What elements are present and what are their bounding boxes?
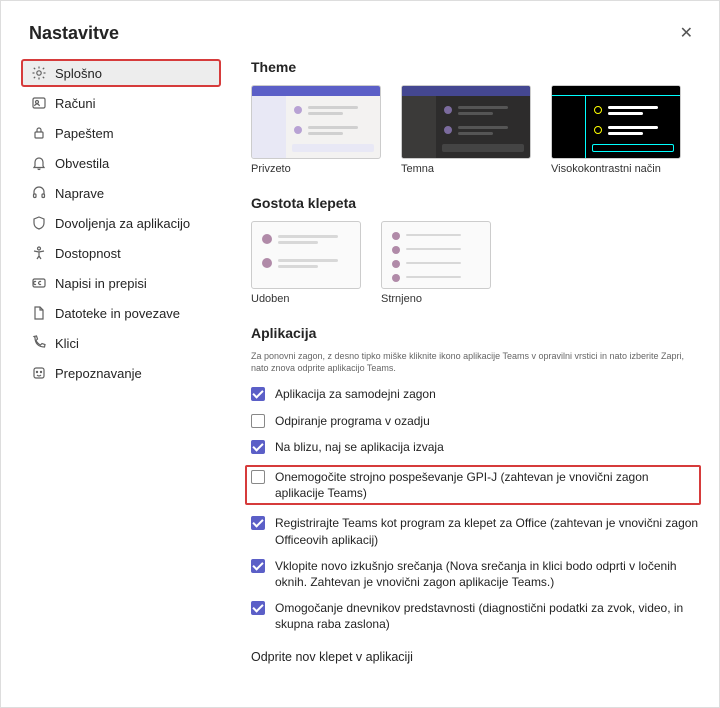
sidebar-item-recognition[interactable]: Prepoznavanje	[21, 359, 221, 387]
lock-icon	[31, 125, 47, 141]
application-heading: Aplikacija	[251, 325, 699, 341]
sidebar-item-label: Klici	[55, 336, 79, 351]
open-chat-heading: Odprite nov klepet v aplikaciji	[251, 650, 699, 664]
check-register-chat-app: Registrirajte Teams kot program za klepe…	[251, 515, 699, 547]
checkbox[interactable]	[251, 414, 265, 428]
density-label: Udoben	[251, 293, 361, 305]
sidebar-item-accounts[interactable]: Računi	[21, 89, 221, 117]
sidebar-item-label: Obvestila	[55, 156, 109, 171]
checkbox[interactable]	[251, 559, 265, 573]
checkbox[interactable]	[251, 516, 265, 530]
check-label: Aplikacija za samodejni zagon	[275, 386, 436, 402]
headset-icon	[31, 185, 47, 201]
theme-label: Privzeto	[251, 163, 381, 175]
theme-heading: Theme	[251, 59, 699, 75]
sidebar-item-accessibility[interactable]: Dostopnost	[21, 239, 221, 267]
check-new-meeting-experience: Vklopite novo izkušnjo srečanja (Nova sr…	[251, 558, 699, 590]
shield-icon	[31, 215, 47, 231]
check-label: Odpiranje programa v ozadju	[275, 413, 430, 429]
density-preview-compact	[381, 221, 491, 289]
theme-option-default[interactable]: Privzeto	[251, 85, 381, 175]
check-label: Vklopite novo izkušnjo srečanja (Nova sr…	[275, 558, 699, 590]
sidebar-item-calls[interactable]: Klici	[21, 329, 221, 357]
sidebar-item-label: Dovoljenja za aplikacijo	[55, 216, 190, 231]
face-icon	[31, 365, 47, 381]
checkbox[interactable]	[251, 440, 265, 454]
check-label: Registrirajte Teams kot program za klepe…	[275, 515, 699, 547]
density-label: Strnjeno	[381, 293, 491, 305]
sidebar-item-label: Papeštem	[55, 126, 114, 141]
density-option-compact[interactable]: Strnjeno	[381, 221, 491, 305]
page-title: Nastavitve	[29, 23, 119, 44]
check-media-logs: Omogočanje dnevnikov predstavnosti (diag…	[251, 600, 699, 632]
phone-icon	[31, 335, 47, 351]
sidebar-item-label: Naprave	[55, 186, 104, 201]
check-auto-start: Aplikacija za samodejni zagon	[251, 386, 699, 402]
sidebar-item-files-links[interactable]: Datoteke in povezave	[21, 299, 221, 327]
sidebar-item-label: Splošno	[55, 66, 102, 81]
sidebar-item-notifications[interactable]: Obvestila	[21, 149, 221, 177]
captions-icon	[31, 275, 47, 291]
theme-preview-dark	[401, 85, 531, 159]
check-disable-gpu: Onemogočite strojno pospeševanje GPI-J (…	[245, 465, 701, 505]
theme-label: Temna	[401, 163, 531, 175]
accessibility-icon	[31, 245, 47, 261]
density-preview-comfy	[251, 221, 361, 289]
gear-icon	[31, 65, 47, 81]
checkbox[interactable]	[251, 601, 265, 615]
checkbox[interactable]	[251, 470, 265, 484]
sidebar-item-label: Računi	[55, 96, 95, 111]
theme-option-dark[interactable]: Temna	[401, 85, 531, 175]
sidebar-item-label: Napisi in prepisi	[55, 276, 147, 291]
check-label: Omogočanje dnevnikov predstavnosti (diag…	[275, 600, 699, 632]
bell-icon	[31, 155, 47, 171]
sidebar-item-general[interactable]: Splošno	[21, 59, 221, 87]
close-icon[interactable]: ✕	[676, 19, 697, 47]
check-label: Onemogočite strojno pospeševanje GPI-J (…	[275, 469, 695, 501]
sidebar-item-label: Datoteke in povezave	[55, 306, 180, 321]
sidebar-item-label: Dostopnost	[55, 246, 121, 261]
theme-label: Visokokontrastni način	[551, 163, 681, 175]
content-area: Theme Privzeto	[221, 55, 699, 664]
sidebar-item-app-permissions[interactable]: Dovoljenja za aplikacijo	[21, 209, 221, 237]
accounts-icon	[31, 95, 47, 111]
check-open-background: Odpiranje programa v ozadju	[251, 413, 699, 429]
sidebar-item-privacy[interactable]: Papeštem	[21, 119, 221, 147]
checkbox[interactable]	[251, 387, 265, 401]
sidebar-item-captions[interactable]: Napisi in prepisi	[21, 269, 221, 297]
sidebar: Splošno Računi Papeštem Obvestila Naprav	[21, 55, 221, 664]
theme-preview-default	[251, 85, 381, 159]
theme-preview-high-contrast	[551, 85, 681, 159]
theme-option-high-contrast[interactable]: Visokokontrastni način	[551, 85, 681, 175]
file-icon	[31, 305, 47, 321]
density-heading: Gostota klepeta	[251, 195, 699, 211]
application-note: Za ponovni zagon, z desno tipko miške kl…	[251, 351, 699, 374]
sidebar-item-devices[interactable]: Naprave	[21, 179, 221, 207]
check-keep-running: Na blizu, naj se aplikacija izvaja	[251, 439, 699, 455]
density-option-comfy[interactable]: Udoben	[251, 221, 361, 305]
sidebar-item-label: Prepoznavanje	[55, 366, 142, 381]
check-label: Na blizu, naj se aplikacija izvaja	[275, 439, 444, 455]
